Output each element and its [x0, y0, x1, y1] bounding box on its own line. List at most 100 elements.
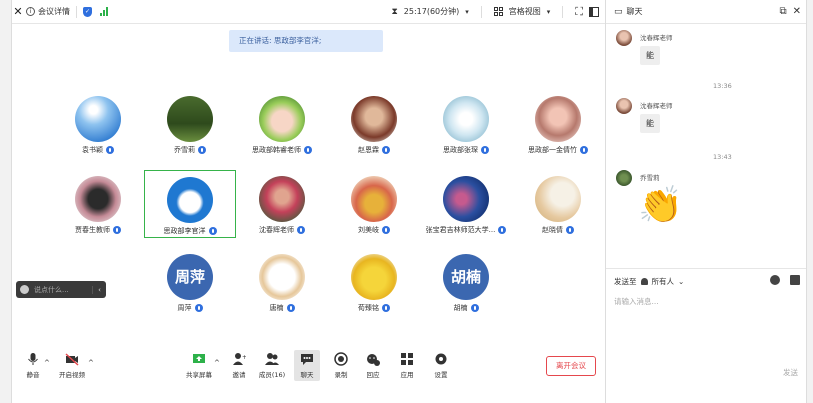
participant-name: 思政部张琛 — [420, 145, 512, 155]
microphone-icon — [470, 304, 479, 312]
participant-name-text: 思政部一金倩竹 — [528, 146, 577, 154]
view-mode-button[interactable]: 宫格视图 — [509, 6, 541, 17]
clapping-hands-emoji: 👏 — [638, 185, 683, 226]
microphone-icon — [580, 146, 588, 154]
avatar: 胡楠 — [443, 254, 489, 300]
share-screen-button[interactable]: 共享屏幕 — [184, 352, 214, 379]
send-to-selector[interactable]: 发送至 所有人 ⌄ — [614, 276, 684, 287]
participant-tile[interactable]: 思政部张琛 — [420, 90, 512, 158]
invite-button[interactable]: + 邀请 — [229, 352, 249, 379]
chat-title: 聊天 — [626, 7, 643, 16]
close-icon[interactable]: ✕ — [12, 5, 24, 18]
avatar — [443, 96, 489, 142]
microphone-icon — [498, 226, 507, 234]
share-screen-label: 共享屏幕 — [186, 371, 212, 379]
settings-button[interactable]: 设置 — [430, 352, 452, 379]
microphone-icon — [382, 304, 390, 312]
message-sender: 乔雪莉 — [640, 174, 660, 182]
apps-button[interactable]: 应用 — [396, 352, 418, 379]
members-button[interactable]: 成员(16) — [257, 352, 287, 379]
participant-name: 赵晓倩 — [512, 225, 604, 235]
chevron-up-icon[interactable]: ^ — [44, 359, 50, 367]
participant-name-text: 唐楠 — [269, 304, 284, 312]
chevron-up-icon[interactable]: ^ — [88, 359, 94, 367]
avatar: 周萍 — [167, 254, 213, 300]
chevron-down-icon[interactable]: ▾ — [547, 8, 551, 16]
folder-icon[interactable] — [790, 275, 800, 285]
participant-name: 周萍 — [144, 303, 236, 313]
chevron-left-icon[interactable]: ‹ — [92, 285, 106, 294]
fullscreen-icon[interactable]: ⛶ — [575, 5, 583, 19]
mini-chat-bar[interactable]: 说点什么... ‹ — [16, 281, 106, 298]
participant-tile[interactable]: 思政部李官洋 — [144, 170, 236, 238]
popout-icon[interactable]: ⧉ — [779, 6, 786, 17]
background-document-right — [806, 0, 813, 403]
participant-name-text: 思政部张琛 — [443, 146, 478, 154]
share-screen-icon — [192, 352, 206, 366]
participant-tile[interactable]: 唐楠 — [236, 248, 328, 316]
send-to-value: 所有人 — [651, 277, 675, 286]
shield-icon[interactable]: ✓ — [83, 6, 92, 17]
participant-tile[interactable]: 荀臻铭 — [328, 248, 420, 316]
chevron-down-icon[interactable]: ▾ — [465, 8, 469, 16]
avatar — [75, 176, 121, 222]
chevron-up-icon[interactable]: ^ — [214, 359, 220, 367]
participant-tile[interactable]: 赵恩霖 — [328, 90, 420, 158]
mute-button[interactable]: 静音 — [22, 352, 44, 379]
participant-tile[interactable]: 思政部一金倩竹 — [512, 90, 604, 158]
participant-tile[interactable]: 乔雪莉 — [144, 90, 236, 158]
microphone-icon — [382, 226, 390, 234]
participant-tile[interactable]: 刘美岐 — [328, 170, 420, 238]
participant-name: 贾春生教师 — [52, 225, 144, 235]
participant-name-text: 刘美岐 — [358, 226, 379, 234]
leave-meeting-button[interactable]: 离开会议 — [546, 356, 596, 376]
participant-tile[interactable]: 贾春生教师 — [52, 170, 144, 238]
emoji-icon[interactable] — [770, 275, 780, 285]
chat-header: ▭ 聊天 ⧉ ✕ — [606, 0, 806, 24]
participant-name: 思政部一金倩竹 — [512, 145, 604, 155]
participant-name-text: 贾春生教师 — [75, 226, 110, 234]
participant-name-text: 赵晓倩 — [542, 226, 563, 234]
participant-name: 沈春辉老师 — [236, 225, 328, 235]
mini-chat-input[interactable]: 说点什么... — [34, 285, 69, 295]
apps-label: 应用 — [400, 371, 414, 379]
reaction-icon — [366, 352, 380, 366]
meeting-info-button[interactable]: i 会议详情 — [26, 6, 70, 17]
chat-message: 乔雪莉 👏 — [616, 170, 683, 226]
avatar — [351, 176, 397, 222]
microphone-icon — [194, 304, 203, 312]
send-button[interactable]: 发送 — [783, 367, 798, 378]
video-button[interactable]: 开启视频 — [56, 352, 88, 379]
chat-input[interactable]: 请输入消息... — [614, 296, 659, 307]
avatar — [535, 96, 581, 142]
record-button[interactable]: 录制 — [330, 352, 352, 379]
participant-name-text: 袁书颖 — [82, 146, 103, 154]
participant-tile[interactable]: 张宝君吉林师范大学... — [420, 170, 512, 238]
message-sender: 沈春辉老师 — [640, 34, 673, 42]
signal-icon — [100, 7, 108, 16]
participant-tile[interactable]: 袁书颖 — [52, 90, 144, 158]
participant-tile[interactable]: 思政部韩睿老师 — [236, 90, 328, 158]
hourglass-icon: ⧗ — [391, 6, 398, 17]
chat-button[interactable]: 聊天 — [294, 350, 320, 381]
meeting-timer[interactable]: 25:17(60分钟) — [404, 6, 459, 17]
person-icon — [640, 278, 648, 285]
participant-name: 张宝君吉林师范大学... — [420, 225, 512, 235]
avatar — [351, 96, 397, 142]
participant-tile[interactable]: 沈春辉老师 — [236, 170, 328, 238]
avatar — [351, 254, 397, 300]
grid-view-icon — [493, 7, 503, 16]
participant-name-text: 赵恩霖 — [358, 146, 379, 154]
close-icon[interactable]: ✕ — [793, 6, 801, 17]
smile-icon[interactable] — [20, 285, 29, 294]
participant-tile[interactable]: 胡楠 胡楠 — [420, 248, 512, 316]
invite-label: 邀请 — [232, 371, 246, 379]
record-label: 录制 — [334, 371, 348, 379]
participant-name-text: 周萍 — [177, 304, 192, 312]
participant-tile[interactable]: 周萍 周萍 — [144, 248, 236, 316]
microphone-icon — [198, 146, 206, 154]
reaction-button[interactable]: 回应 — [362, 352, 384, 379]
participant-tile[interactable]: 赵晓倩 — [512, 170, 604, 238]
participant-name: 赵恩霖 — [328, 145, 420, 155]
sidebar-toggle-icon[interactable] — [589, 6, 599, 17]
